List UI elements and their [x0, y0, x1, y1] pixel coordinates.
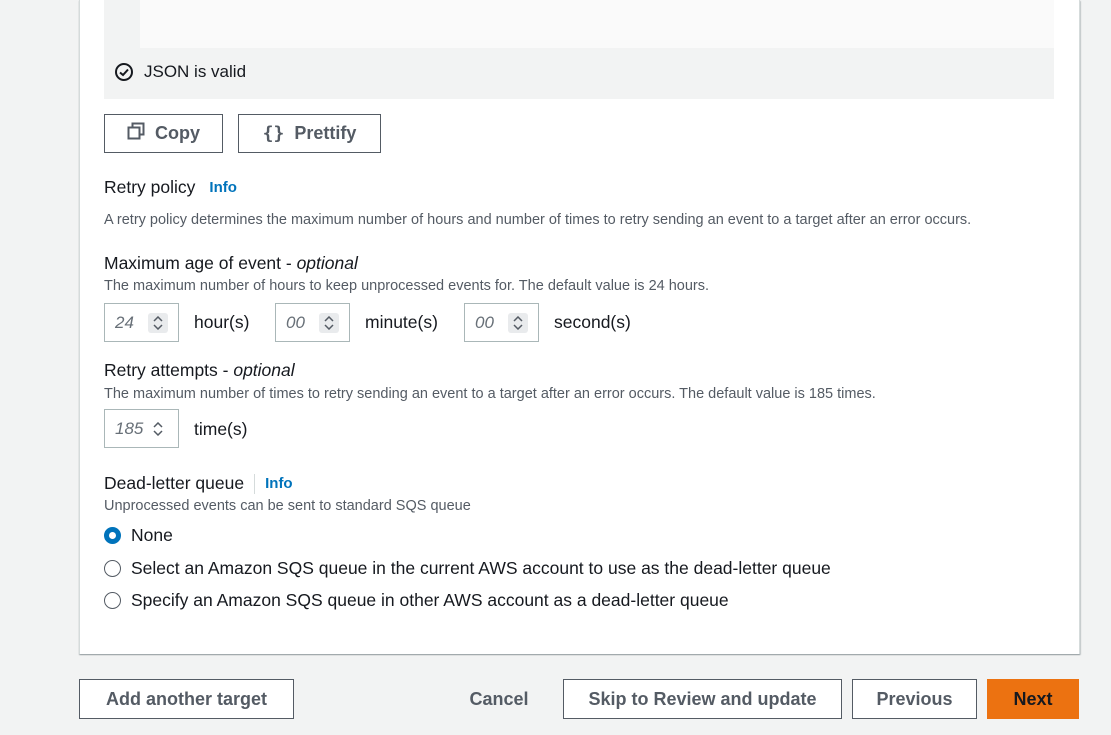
minutes-unit: minute(s): [365, 312, 438, 332]
retry-attempts-description: The maximum number of times to retry sen…: [104, 386, 876, 402]
retry-attempts-stepper-icon[interactable]: [150, 419, 166, 439]
dlq-option-other-account[interactable]: Specify an Amazon SQS queue in other AWS…: [104, 590, 729, 611]
max-age-description: The maximum number of hours to keep unpr…: [104, 278, 710, 294]
dlq-option-label: Select an Amazon SQS queue in the curren…: [131, 558, 831, 578]
retry-attempts-input[interactable]: 185: [104, 409, 179, 448]
max-age-title: Maximum age of event -: [104, 253, 297, 273]
dlq-title: Dead-letter queue: [104, 473, 245, 493]
check-circle-icon: [114, 62, 134, 82]
minutes-input[interactable]: 00: [275, 303, 350, 342]
seconds-input[interactable]: 00: [464, 303, 539, 342]
retry-attempts-title: Retry attempts -: [104, 360, 234, 380]
minutes-value: 00: [286, 312, 305, 332]
dlq-info-link[interactable]: Info: [265, 475, 293, 492]
retry-policy-description: A retry policy determines the maximum nu…: [104, 212, 972, 228]
add-another-target-button[interactable]: Add another target: [79, 679, 294, 719]
json-valid-text: JSON is valid: [144, 62, 247, 81]
hours-stepper-icon[interactable]: [148, 313, 168, 333]
json-editor[interactable]: [140, 0, 1054, 48]
retry-attempts-optional: optional: [233, 360, 295, 380]
hours-value: 24: [115, 312, 134, 332]
copy-label: Copy: [155, 123, 200, 143]
previous-button[interactable]: Previous: [852, 679, 977, 719]
seconds-value: 00: [475, 312, 494, 332]
retry-policy-info-link[interactable]: Info: [209, 179, 237, 196]
dlq-heading: Dead-letter queue Info: [104, 473, 293, 494]
retry-policy-title: Retry policy: [104, 177, 196, 197]
retry-policy-heading: Retry policy Info: [104, 177, 237, 198]
dlq-option-label: None: [131, 525, 173, 545]
prettify-button[interactable]: {} Prettify: [238, 114, 381, 153]
json-validation-status: JSON is valid: [114, 62, 246, 82]
retry-attempts-unit: time(s): [194, 419, 248, 439]
next-button[interactable]: Next: [987, 679, 1079, 719]
max-age-optional: optional: [296, 253, 358, 273]
braces-icon: {}: [262, 123, 285, 144]
dlq-option-label: Specify an Amazon SQS queue in other AWS…: [131, 590, 729, 610]
retry-attempts-label: Retry attempts - optional: [104, 360, 295, 381]
hours-unit: hour(s): [194, 312, 250, 332]
hours-input[interactable]: 24: [104, 303, 179, 342]
minutes-stepper-icon[interactable]: [319, 313, 339, 333]
divider: [254, 473, 256, 494]
seconds-unit: second(s): [554, 312, 631, 332]
skip-to-review-button[interactable]: Skip to Review and update: [563, 679, 842, 719]
dlq-option-current-account[interactable]: Select an Amazon SQS queue in the curren…: [104, 558, 831, 579]
copy-icon: [127, 122, 145, 145]
prettify-label: Prettify: [294, 123, 357, 143]
radio-icon[interactable]: [104, 592, 121, 609]
max-age-label: Maximum age of event - optional: [104, 253, 358, 274]
retry-attempts-value: 185: [115, 418, 144, 438]
copy-button[interactable]: Copy: [104, 114, 223, 153]
cancel-button[interactable]: Cancel: [457, 679, 541, 719]
seconds-stepper-icon[interactable]: [508, 313, 528, 333]
dlq-option-none[interactable]: None: [104, 525, 173, 546]
radio-icon[interactable]: [104, 560, 121, 577]
dlq-description: Unprocessed events can be sent to standa…: [104, 498, 471, 514]
radio-selected-icon[interactable]: [104, 527, 121, 544]
